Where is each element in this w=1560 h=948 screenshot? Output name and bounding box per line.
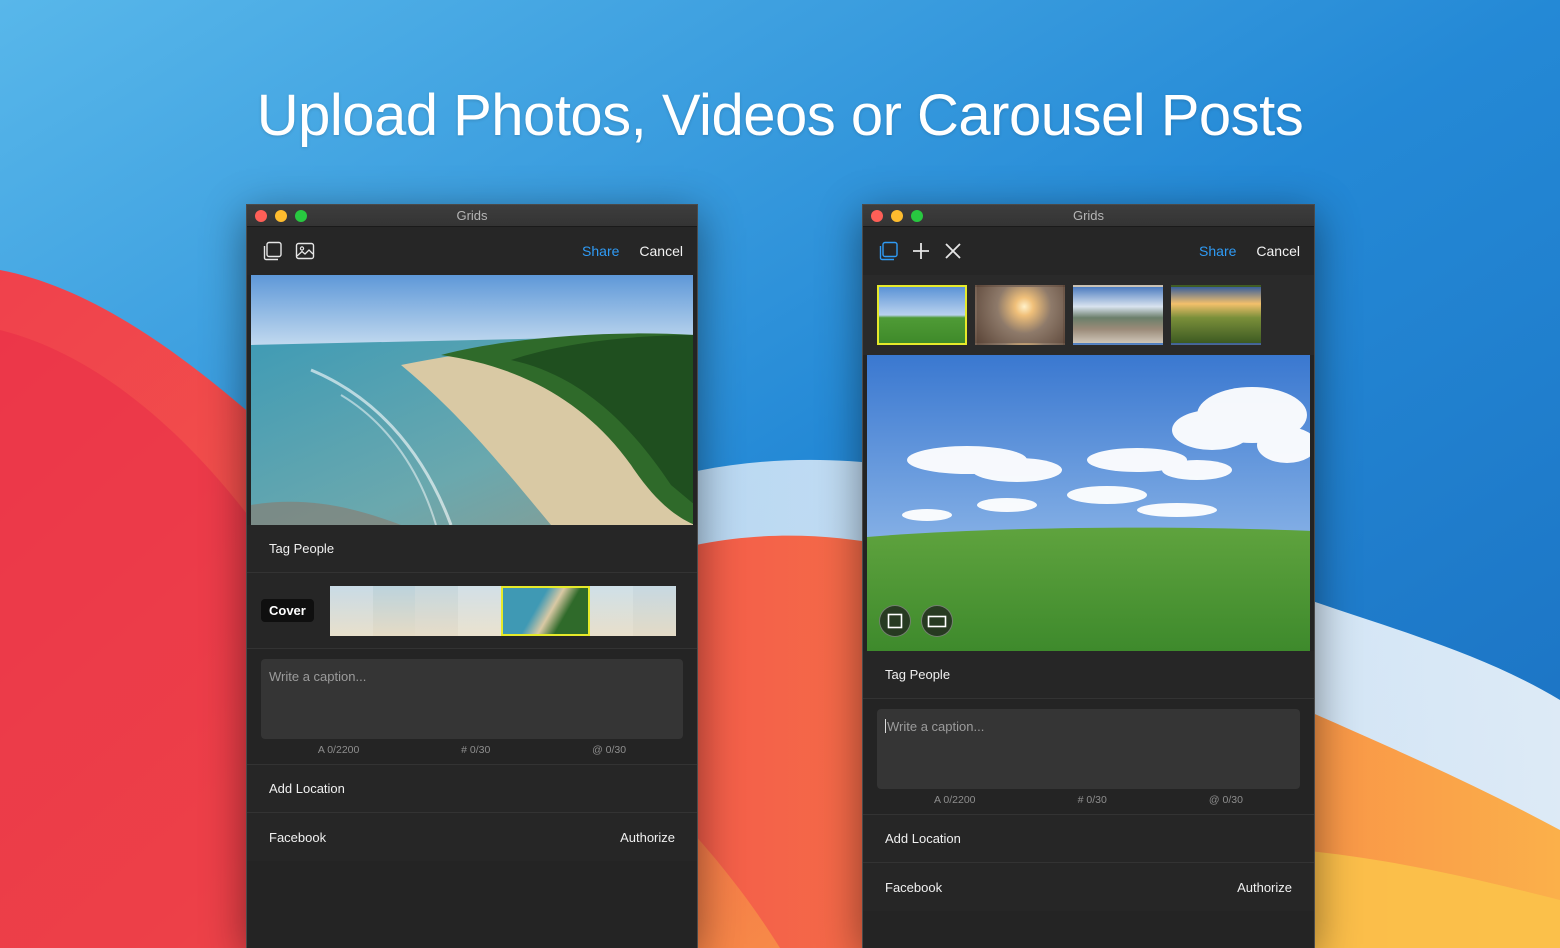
thumbnail-mountain-cliff[interactable] (1073, 285, 1163, 345)
facebook-row: Facebook Authorize (247, 813, 697, 861)
mention-counter: @ 0/30 (592, 744, 627, 756)
left-window: Grids Share Cancel Tag People Cover Writ… (246, 204, 698, 948)
right-window: Grids Share Cancel Tag People Write a ca… (862, 204, 1315, 948)
video-preview[interactable] (251, 275, 693, 525)
plus-icon[interactable] (909, 239, 933, 263)
cover-row: Cover (247, 573, 697, 649)
tag-people-label: Tag People (885, 667, 951, 682)
facebook-label: Facebook (269, 829, 327, 845)
film-frame[interactable] (590, 585, 634, 636)
square-crop-icon (887, 613, 903, 629)
cancel-button[interactable]: Cancel (1256, 243, 1300, 259)
landscape-crop-button[interactable] (921, 605, 953, 637)
film-frame[interactable] (329, 585, 373, 636)
share-button[interactable]: Share (1199, 243, 1236, 259)
toolbar: Share Cancel (247, 227, 697, 275)
image-icon[interactable] (293, 239, 317, 263)
hashtag-counter: # 0/30 (1077, 794, 1107, 806)
authorize-button[interactable]: Authorize (1237, 880, 1292, 895)
facebook-row: Facebook Authorize (863, 863, 1314, 911)
add-location-label: Add Location (885, 831, 961, 846)
cancel-button[interactable]: Cancel (639, 243, 683, 259)
char-counter: A 0/2200 (934, 794, 976, 806)
tag-people-label: Tag People (269, 541, 335, 556)
caption-counters: A 0/2200 # 0/30 @ 0/30 (863, 789, 1314, 815)
toolbar: Share Cancel (863, 227, 1314, 275)
titlebar: Grids (247, 205, 697, 227)
add-location-label: Add Location (269, 781, 345, 796)
thumbnail-valley-sunset[interactable] (1171, 285, 1261, 345)
add-location-row[interactable]: Add Location (247, 765, 697, 813)
cover-filmstrip[interactable] (329, 585, 676, 636)
square-crop-button[interactable] (879, 605, 911, 637)
tag-people-row[interactable]: Tag People (863, 651, 1314, 699)
caption-placeholder: Write a caption... (887, 719, 985, 734)
window-title: Grids (456, 208, 488, 223)
headline: Upload Photos, Videos or Carousel Posts (256, 83, 1304, 148)
film-frame[interactable] (458, 585, 501, 636)
film-frame-selected[interactable] (500, 585, 591, 636)
thumbnail-green-field[interactable] (877, 285, 967, 345)
window-title: Grids (1072, 208, 1105, 223)
carousel-thumbnails (863, 275, 1314, 355)
carousel-icon[interactable] (261, 239, 285, 263)
caption-placeholder: Write a caption... (269, 669, 367, 684)
authorize-button[interactable]: Authorize (620, 830, 675, 845)
close-icon[interactable] (941, 239, 965, 263)
add-location-row[interactable]: Add Location (863, 815, 1314, 863)
landscape-crop-icon (927, 615, 947, 628)
text-caret (885, 719, 886, 733)
facebook-label: Facebook (885, 879, 943, 895)
caption-input[interactable]: Write a caption... (261, 659, 683, 739)
tag-people-row[interactable]: Tag People (247, 525, 697, 573)
share-button[interactable]: Share (582, 243, 619, 259)
titlebar: Grids (863, 205, 1314, 227)
cover-label: Cover (261, 599, 314, 622)
film-frame[interactable] (633, 585, 676, 636)
photo-preview[interactable] (867, 355, 1310, 651)
char-counter: A 0/2200 (317, 744, 360, 756)
carousel-icon[interactable] (877, 239, 901, 263)
hashtag-counter: # 0/30 (461, 744, 491, 756)
film-frame[interactable] (372, 585, 416, 636)
caption-input[interactable]: Write a caption... (877, 709, 1300, 789)
film-frame[interactable] (415, 585, 459, 636)
mention-counter: @ 0/30 (1208, 794, 1243, 806)
beach-image (251, 275, 693, 525)
thumbnail-sunset-reeds[interactable] (975, 285, 1065, 345)
caption-counters: A 0/2200 # 0/30 @ 0/30 (247, 739, 697, 765)
